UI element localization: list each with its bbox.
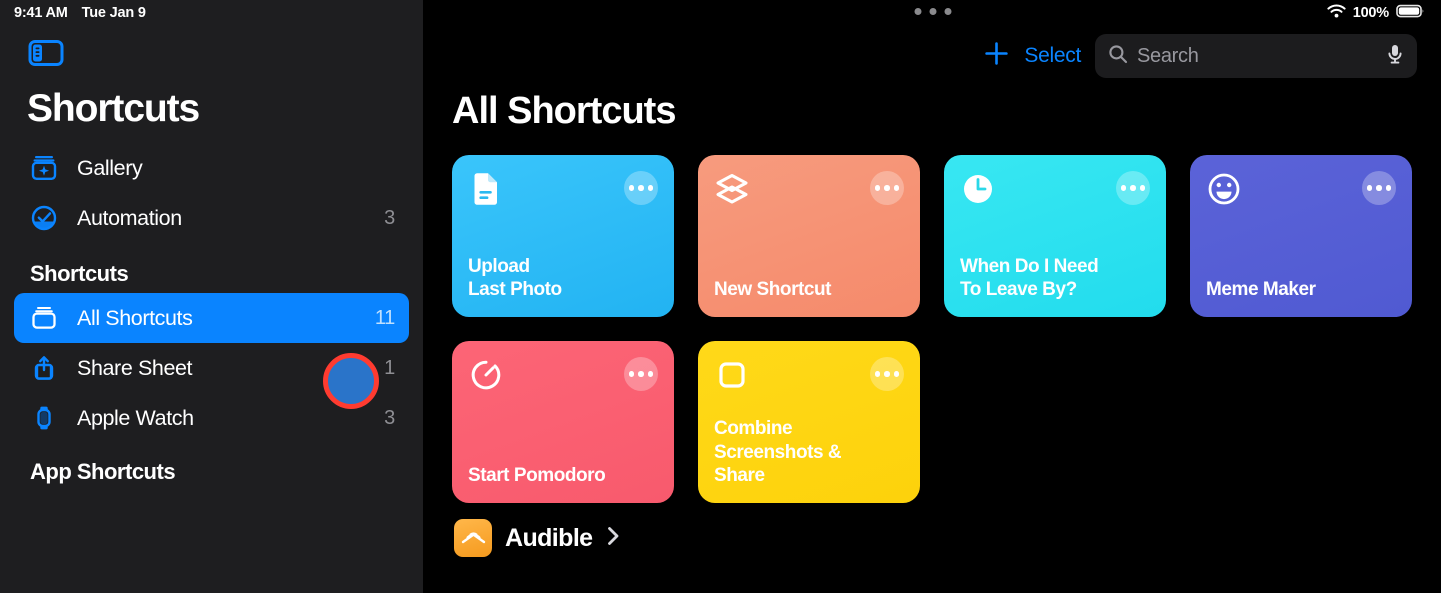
sidebar-item-all-shortcuts[interactable]: All Shortcuts 11 <box>14 293 409 343</box>
layers-icon <box>714 171 750 212</box>
card-title: Meme Maker <box>1206 279 1316 301</box>
shortcut-card-meme-maker[interactable]: Meme Maker <box>1190 155 1412 317</box>
card-title: Start Pomodoro <box>468 465 606 487</box>
wifi-icon <box>1327 4 1346 23</box>
shortcut-card-new-shortcut[interactable]: New Shortcut <box>698 155 920 317</box>
card-title: Combine Screenshots & Share <box>714 417 842 487</box>
card-more-options-button[interactable] <box>1116 171 1150 205</box>
card-header <box>468 357 658 398</box>
square-icon <box>714 357 750 398</box>
document-icon <box>468 171 504 212</box>
card-header <box>1206 171 1396 212</box>
sidebar-item-apple-watch[interactable]: Apple Watch 3 <box>14 393 409 443</box>
card-title: Upload Last Photo <box>468 255 562 301</box>
add-shortcut-button[interactable] <box>983 40 1010 72</box>
card-header <box>960 171 1150 212</box>
card-header <box>468 171 658 212</box>
battery-percent-label: 100% <box>1352 5 1389 21</box>
status-time: 9:41 AM <box>14 5 68 21</box>
share-sheet-icon <box>27 354 61 382</box>
audible-app-icon <box>454 519 492 557</box>
card-more-options-button[interactable] <box>870 171 904 205</box>
sidebar-primary-nav: Gallery Automation 3 <box>0 131 423 243</box>
sidebar-item-count: 3 <box>384 206 395 229</box>
sidebar-item-share-sheet[interactable]: Share Sheet 1 <box>14 343 409 393</box>
card-more-options-button[interactable] <box>624 357 658 391</box>
main-status-bar: 100% <box>424 0 1441 26</box>
sidebar-section-shortcuts: Shortcuts <box>30 261 129 286</box>
sidebar-item-label: Apple Watch <box>77 405 194 430</box>
status-date: Tue Jan 9 <box>81 5 146 21</box>
sidebar-toggle-container <box>0 26 423 73</box>
shortcuts-grid: Upload Last Photo New Shortcut When Do I… <box>424 133 1441 503</box>
automation-clock-icon <box>27 204 61 232</box>
sidebar-item-label: All Shortcuts <box>77 305 193 330</box>
card-title: New Shortcut <box>714 279 832 301</box>
shortcuts-app-window: 9:41 AM Tue Jan 9 Shortcuts Gallery Auto… <box>0 0 1441 593</box>
multitasking-dots-icon[interactable] <box>914 8 951 15</box>
smiley-icon <box>1206 171 1242 212</box>
app-section-audible[interactable]: Audible <box>454 519 1441 557</box>
shortcut-card-upload-last-photo[interactable]: Upload Last Photo <box>452 155 674 317</box>
select-button[interactable]: Select <box>1024 44 1081 68</box>
card-more-options-button[interactable] <box>1362 171 1396 205</box>
shortcut-card-start-pomodoro[interactable]: Start Pomodoro <box>452 341 674 503</box>
sidebar-item-gallery[interactable]: Gallery <box>14 143 409 193</box>
app-section-name: Audible <box>505 523 593 552</box>
sidebar-item-label: Share Sheet <box>77 355 193 380</box>
card-title: When Do I Need To Leave By? <box>960 255 1099 301</box>
sidebar-shortcuts-nav: All Shortcuts 11 Share Sheet 1 Apple Wat… <box>0 293 423 443</box>
search-input[interactable]: Search <box>1137 45 1376 68</box>
card-more-options-button[interactable] <box>624 171 658 205</box>
shortcut-card-combine-screenshots-and-share[interactable]: Combine Screenshots & Share <box>698 341 920 503</box>
status-right-group: 100% <box>1327 4 1425 23</box>
sidebar-app-title: Shortcuts <box>27 87 200 130</box>
sidebar-section-app-shortcuts: App Shortcuts <box>30 459 176 484</box>
sidebar: 9:41 AM Tue Jan 9 Shortcuts Gallery Auto… <box>0 0 424 593</box>
sidebar-status-bar: 9:41 AM Tue Jan 9 <box>0 0 423 26</box>
main-content: 100% Select Search All Shortcuts Upload … <box>424 0 1441 593</box>
gallery-sparkle-icon <box>27 154 61 182</box>
clock-icon <box>960 171 996 212</box>
search-field[interactable]: Search <box>1095 34 1417 78</box>
card-header <box>714 171 904 212</box>
sidebar-item-automation[interactable]: Automation 3 <box>14 193 409 243</box>
apple-watch-icon <box>27 404 61 432</box>
sidebar-item-count: 11 <box>374 306 395 329</box>
card-header <box>714 357 904 398</box>
sidebar-item-label: Gallery <box>77 155 143 180</box>
sidebar-toggle-icon[interactable] <box>26 40 66 72</box>
app-shortcuts-list: Audible <box>424 503 1441 557</box>
sidebar-item-count: 1 <box>384 356 395 379</box>
all-shortcuts-stack-icon <box>27 304 61 332</box>
sidebar-item-label: Automation <box>77 205 182 230</box>
microphone-icon[interactable] <box>1385 43 1405 70</box>
page-title: All Shortcuts <box>452 90 676 132</box>
battery-full-icon <box>1396 4 1425 23</box>
shortcut-card-when-do-i-need-to-leave-by[interactable]: When Do I Need To Leave By? <box>944 155 1166 317</box>
timer-icon <box>468 357 504 398</box>
main-toolbar: Select Search <box>424 26 1441 80</box>
plus-icon <box>983 40 1010 72</box>
sidebar-item-count: 3 <box>384 406 395 429</box>
card-more-options-button[interactable] <box>870 357 904 391</box>
search-icon <box>1108 44 1128 69</box>
chevron-right-icon[interactable] <box>605 524 622 553</box>
